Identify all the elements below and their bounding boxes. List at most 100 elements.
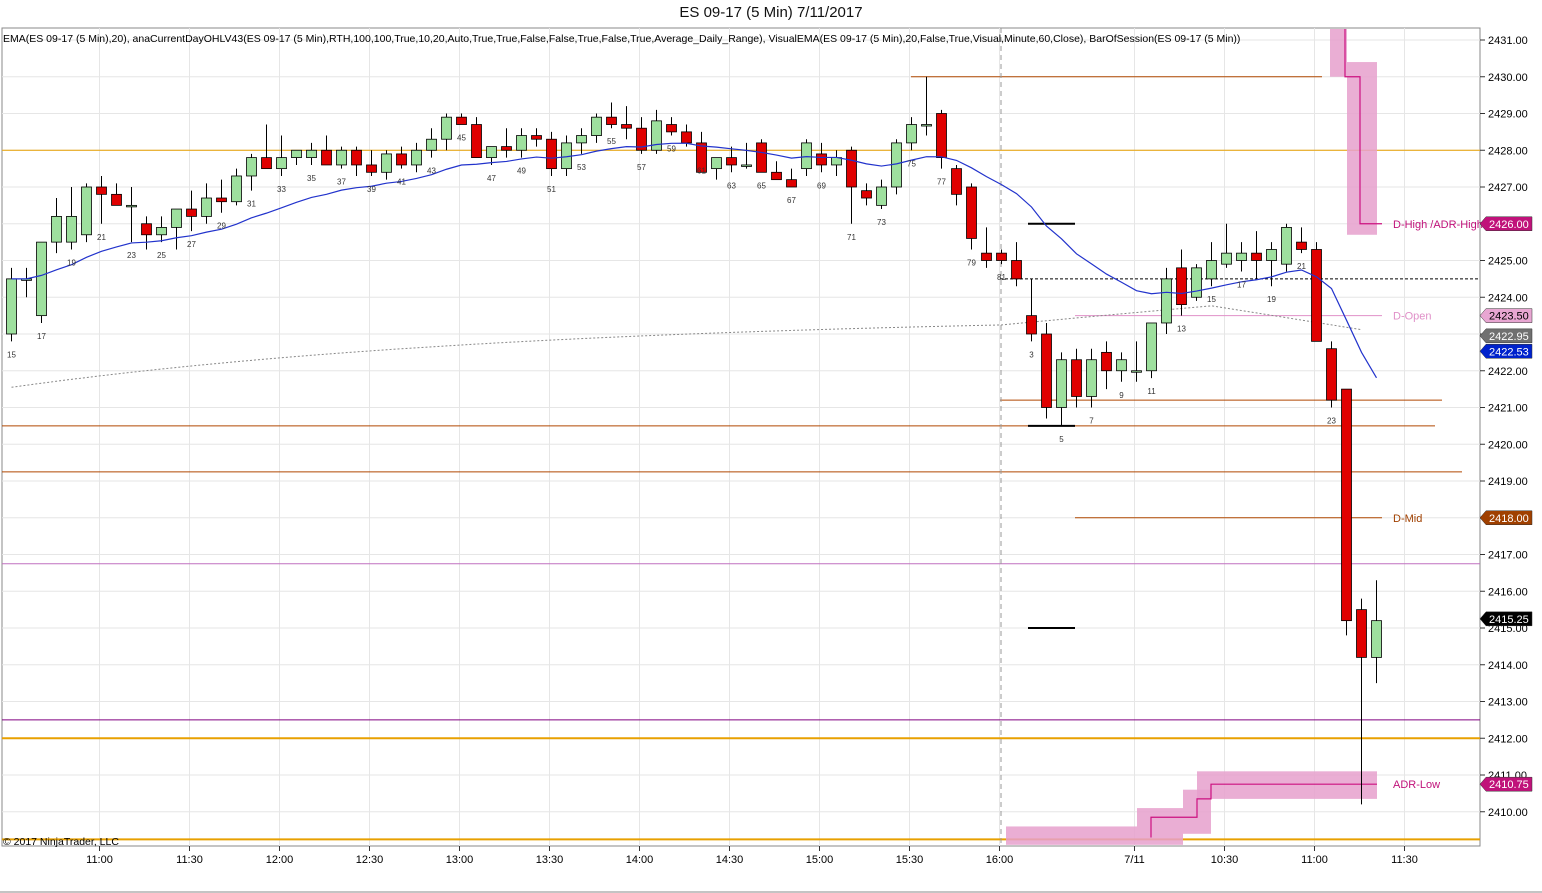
bar-count-label: 57 [637, 163, 646, 172]
copyright-text: © 2017 NinjaTrader, LLC [3, 836, 119, 848]
bar-count-label: 27 [187, 240, 196, 249]
candle-body [966, 186, 977, 239]
bar-count-label: 11 [1147, 387, 1156, 396]
x-tick-label: 13:00 [446, 854, 474, 866]
y-tick-label: 2421.00 [1488, 403, 1528, 415]
candle-body [1161, 278, 1172, 324]
candle-body [66, 215, 77, 243]
adr-low-band [1137, 808, 1183, 845]
candle-body [771, 171, 782, 181]
x-tick-label: 11:30 [176, 854, 203, 866]
candle-body [801, 142, 812, 170]
y-tick-label: 2425.00 [1488, 256, 1528, 268]
price-tag-label: 2410.75 [1489, 779, 1529, 791]
bar-count-label: 5 [1059, 435, 1064, 444]
candle-body [306, 149, 317, 158]
adr-low-band [1006, 826, 1137, 845]
candle-body [1116, 359, 1127, 372]
x-tick-label: 11:00 [86, 854, 113, 866]
candle-body [291, 149, 302, 158]
candle-body [336, 149, 347, 166]
y-tick-label: 2417.00 [1488, 550, 1528, 562]
candle-body [756, 142, 767, 173]
candle-body [441, 116, 452, 140]
bar-count-label: 37 [337, 178, 346, 187]
candle-body [546, 138, 557, 170]
adr-low-band [1197, 771, 1377, 799]
price-tag-label: 2415.25 [1489, 614, 1529, 626]
bar-count-label: 45 [457, 134, 466, 143]
candle-body [96, 186, 107, 195]
candle-body [471, 124, 482, 159]
y-tick-label: 2430.00 [1488, 72, 1528, 84]
candle-body [36, 241, 47, 317]
candle-body [951, 168, 962, 195]
candle-body [1131, 370, 1142, 373]
price-tag-label: 2418.00 [1489, 513, 1529, 525]
y-tick-label: 2424.00 [1488, 292, 1528, 304]
y-tick-label: 2410.00 [1488, 807, 1528, 819]
bar-count-label: 75 [907, 159, 916, 168]
candle-body [786, 179, 797, 188]
candle-body [366, 164, 377, 173]
candle-body [1296, 241, 1307, 250]
candle-body [1311, 249, 1322, 342]
bar-count-label: 73 [877, 218, 886, 227]
candle-body [741, 164, 752, 167]
x-tick-label: 11:30 [1391, 854, 1418, 866]
candle-body [141, 223, 152, 236]
candle-body [381, 153, 392, 173]
bar-count-label: 33 [277, 185, 286, 194]
candle-body [1191, 267, 1202, 298]
candle-body [126, 204, 137, 208]
x-tick-label: 14:00 [626, 854, 654, 866]
candle-body [456, 116, 467, 125]
candle-body [276, 157, 287, 170]
x-tick-label: 7/11 [1124, 854, 1145, 866]
bar-count-label: 31 [247, 200, 256, 209]
candle-body [1371, 620, 1382, 658]
candle-body [666, 124, 677, 133]
y-tick-label: 2414.00 [1488, 660, 1528, 672]
price-tag-label: 2422.95 [1489, 331, 1529, 343]
bar-count-label: 21 [1297, 262, 1306, 271]
y-tick-label: 2413.00 [1488, 697, 1528, 709]
bar-count-label: 81 [997, 273, 1006, 282]
candle-body [216, 197, 227, 203]
bar-count-label: 61 [697, 167, 706, 176]
candle-body [261, 157, 272, 170]
bar-count-label: 49 [517, 167, 526, 176]
bar-count-label: 9 [1119, 391, 1124, 400]
bar-count-label: 29 [217, 222, 226, 231]
candle-body [1326, 348, 1337, 401]
bar-count-label: 17 [1237, 281, 1246, 290]
level-label: D-Mid [1393, 513, 1422, 525]
candle-body [1011, 260, 1022, 280]
candle-body [156, 227, 167, 236]
bar-count-label: 39 [367, 185, 376, 194]
bar-count-label: 15 [1207, 295, 1216, 304]
price-tag-label: 2422.53 [1489, 346, 1529, 358]
bar-count-label: 21 [97, 233, 106, 242]
bar-count-label: 17 [37, 332, 46, 341]
bar-count-label: 25 [157, 251, 166, 260]
candle-body [681, 131, 692, 144]
candle-body [921, 124, 932, 127]
candle-body [51, 215, 62, 243]
bar-count-label: 35 [307, 174, 316, 183]
y-tick-label: 2419.00 [1488, 476, 1528, 488]
candle-body [1086, 359, 1097, 397]
chart-window: ES 09-17 (5 Min) 7/11/2017 2431.00 2430.0… [0, 0, 1542, 893]
candle-body [111, 193, 122, 206]
candle-body [396, 153, 407, 166]
bar-count-label: 3 [1029, 350, 1034, 359]
price-chart[interactable]: 2431.00 2430.00 2429.00 2428.00 2427.00 2426.… [0, 0, 1542, 893]
candle-body [1101, 351, 1112, 372]
x-tick-label: 11:00 [1301, 854, 1328, 866]
candle-body [81, 186, 92, 236]
bar-count-label: 7 [1089, 417, 1094, 426]
level-label: D-Open [1393, 311, 1432, 323]
x-tick-label: 12:30 [356, 854, 384, 866]
adr-high-band [1347, 62, 1377, 235]
candle-body [171, 208, 182, 228]
